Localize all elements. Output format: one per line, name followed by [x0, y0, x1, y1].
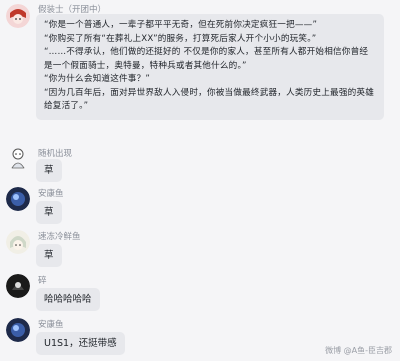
message-paragraph: “你为什么会知道这件事？” — [44, 74, 151, 84]
message-bubble: 草 — [36, 244, 62, 267]
watermark: 微博 @A鱼-臣吉郡 — [325, 346, 392, 355]
message-bubble: “你是一个普通人，一辈子都平平无奇，但在死前你决定疯狂一把——” “你购买了所有… — [36, 14, 384, 120]
sender-name: 速冻冷鲜鱼 — [38, 232, 81, 242]
avatar[interactable] — [6, 230, 30, 254]
chat-message: 随机出现 草 — [0, 144, 400, 184]
chat-message: 速冻冷鲜鱼 草 — [0, 228, 400, 268]
avatar[interactable] — [6, 146, 30, 170]
message-bubble: 草 — [36, 201, 62, 224]
message-bubble: 草 — [36, 159, 62, 182]
message-bubble: U1S1，还挺带感 — [36, 332, 125, 355]
chat-message: 假装士（开团中） “你是一个普通人，一辈子都平平无奇，但在死前你决定疯狂一把——… — [0, 0, 400, 164]
message-paragraph: “因为几百年后，面对异世界敌人入侵时，你被当做最终武器，人类历史上最强的英雄给复… — [44, 87, 375, 112]
avatar[interactable] — [6, 187, 30, 211]
chat-message: 安康鱼 草 — [0, 185, 400, 225]
message-paragraph: “你是一个普通人，一辈子都平平无奇，但在死前你决定疯狂一把——” — [44, 20, 318, 30]
message-paragraph: “你购买了所有“在葬礼上XX”的服务，打算死后家人开个小小的玩笑。” — [44, 33, 317, 44]
avatar[interactable] — [6, 4, 30, 28]
sender-name: 随机出现 — [38, 149, 73, 159]
avatar[interactable] — [6, 318, 30, 342]
sender-name: 碎 — [38, 276, 47, 286]
message-paragraph: “……不得承认，他们做的还挺好的 不仅是你的家人，甚至所有人都开始相信你曾经是一… — [44, 47, 369, 71]
sender-name: 安康鱼 — [38, 189, 64, 199]
message-bubble: 哈哈哈哈哈 — [36, 288, 100, 311]
avatar[interactable] — [6, 274, 30, 298]
chat-message: 碎 哈哈哈哈哈 — [0, 272, 400, 312]
sender-name: 安康鱼 — [38, 320, 64, 330]
